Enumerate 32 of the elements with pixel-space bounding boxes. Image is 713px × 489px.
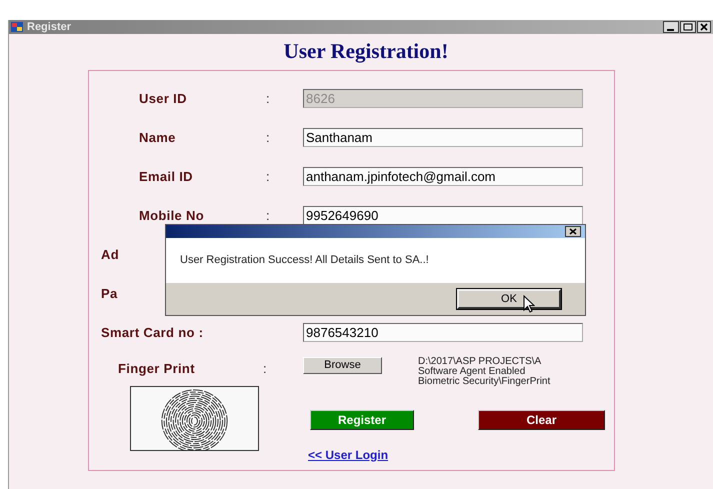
text-field[interactable]: Santhanam — [303, 128, 583, 147]
field-label: Smart Card no : — [101, 324, 204, 340]
maximize-icon[interactable] — [680, 21, 696, 33]
text-field[interactable]: 9952649690 — [303, 206, 583, 225]
field-colon: : — [263, 360, 268, 378]
action-button[interactable]: Clear — [478, 410, 605, 430]
field-label: Name — [139, 130, 176, 144]
field-colon: : — [266, 90, 271, 108]
field-colon: : — [266, 128, 271, 147]
close-icon[interactable] — [565, 226, 581, 237]
form-heading: User Registration! — [284, 38, 448, 66]
field-colon: : — [266, 168, 271, 186]
field-label: Email ID — [139, 168, 193, 184]
app-icon — [11, 22, 23, 32]
browse-button[interactable]: Browse — [303, 357, 382, 374]
field-label: Ad — [101, 246, 119, 262]
file-path: D:\2017\ASP PROJECTS\A Software Agent Enabled Biometric Security\FingerPrint — [418, 357, 550, 387]
action-button[interactable]: Register — [310, 410, 414, 430]
dialog-message: User Registration Success! All Details Sent to SA..! — [180, 253, 429, 268]
field-label: Mobile No — [139, 208, 204, 222]
field-label: Pa — [101, 286, 118, 300]
text-field[interactable]: anthanam.jpinfotech@gmail.com — [303, 167, 583, 186]
close-icon[interactable] — [697, 21, 711, 33]
cursor-icon — [523, 295, 535, 313]
user-login-link[interactable]: << User Login — [308, 446, 605, 464]
minimize-icon[interactable] — [663, 21, 679, 33]
text-field[interactable]: 9876543210 — [303, 323, 583, 342]
field-label: Finger Print — [118, 360, 196, 378]
field-colon: : — [266, 206, 271, 225]
window-title: Register — [27, 22, 72, 32]
ok-button[interactable]: OK — [457, 289, 561, 309]
field-label: User ID — [139, 90, 187, 106]
